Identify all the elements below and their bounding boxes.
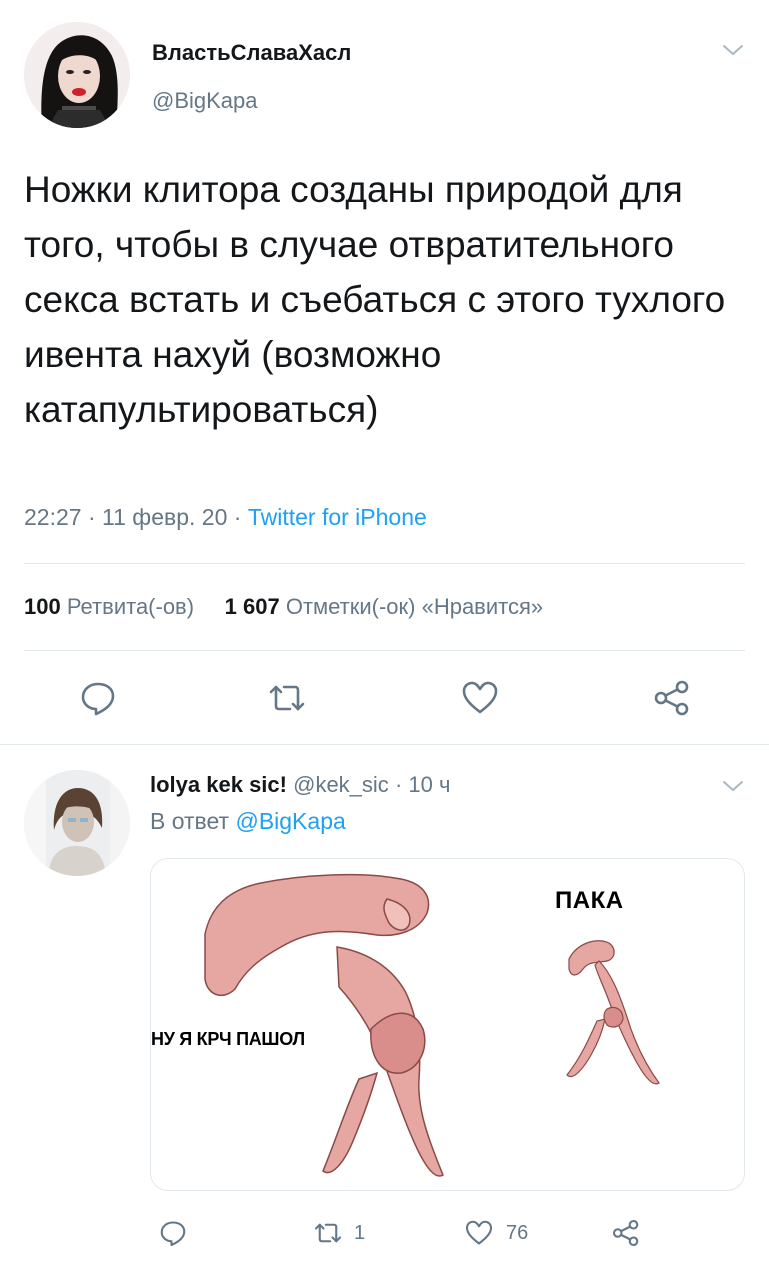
likes-count: 1 607 [224,594,280,619]
reply-header: lolya kek sic! @kek_sic · 10 ч [150,772,450,798]
tweet-time: 22:27 [24,504,82,530]
share-icon[interactable] [611,1218,641,1248]
reply-to-handle[interactable]: @BigKapa [235,808,345,834]
reply-age: 10 ч [408,772,451,797]
retweets-stat[interactable]: 100 Ретвита(-ов) [24,594,194,619]
meta-separator: · [233,504,248,530]
reply-to-line: В ответ @BigKapa [150,808,346,835]
reply-like-count: 76 [506,1222,529,1244]
retweets-count: 100 [24,594,61,619]
tweet-date: 11 февр. 20 [102,504,228,530]
retweets-label: Ретвита(-ов) [66,594,195,619]
share-icon[interactable] [652,678,692,718]
meta-separator: · [87,504,103,530]
reply-author-name[interactable]: lolya kek sic! [150,772,287,797]
author-handle[interactable]: @BigKapa [152,88,258,114]
reply-retweet-count: 1 [354,1222,366,1244]
chevron-down-icon[interactable] [721,42,745,58]
divider [24,650,745,651]
reply-author-avatar[interactable] [24,770,130,876]
meme-illustration [204,873,660,1177]
like-icon[interactable] [460,678,500,718]
chevron-down-icon[interactable] [721,778,745,794]
reply-actions: 1 76 [0,1210,769,1256]
divider [24,563,745,564]
tweet-source-link[interactable]: Twitter for iPhone [248,504,427,530]
reply-media[interactable]: НУ Я КРЧ ПАШОЛ ПАКА [150,858,745,1191]
author-avatar[interactable] [24,22,130,128]
reply-icon[interactable] [78,678,118,718]
main-tweet: ВластьСлаваХасл @BigKapa Ножки клитора с… [0,0,769,745]
reply-icon[interactable] [158,1218,188,1248]
large-figure [204,873,444,1177]
likes-stat[interactable]: 1 607 Отметки(-ок) «Нравится» [225,594,544,619]
author-name[interactable]: ВластьСлаваХасл [152,40,351,66]
divider [0,744,769,745]
retweet-icon[interactable] [267,678,307,718]
tweet-meta: 22:27 · 11 февр. 20 · Twitter for iPhone [24,504,427,531]
reply-to-prefix: В ответ [150,808,230,834]
likes-label: Отметки(-ок) «Нравится» [285,594,544,619]
tweet-stats: 100 Ретвита(-ов) 1 607 Отметки(-ок) «Нра… [24,594,543,620]
reply-author-handle[interactable]: @kek_sic [293,772,389,797]
retweet-icon[interactable] [313,1218,343,1248]
like-icon[interactable] [464,1218,494,1248]
meme-label-left: НУ Я КРЧ ПАШОЛ [151,1029,305,1049]
meta-separator: · [394,772,409,797]
tweet-text: Ножки клитора созданы природой для того,… [24,169,726,430]
meme-label-right: ПАКА [555,887,624,914]
small-figure [566,940,660,1085]
